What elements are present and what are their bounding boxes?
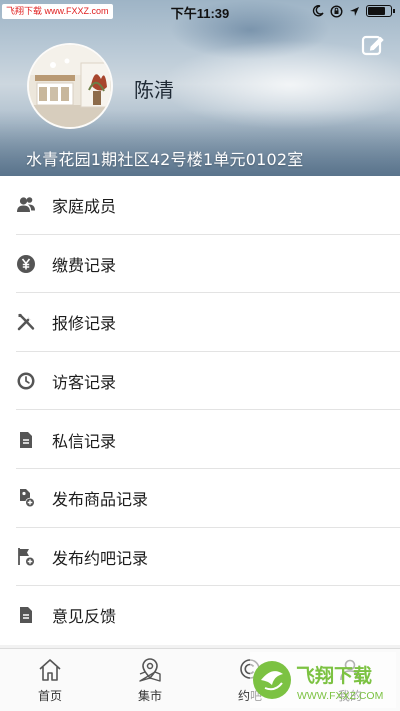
tools-icon: [17, 314, 35, 331]
fxxz-watermark: 飞翔下载 WWW.FXXZ.COM: [250, 652, 396, 708]
tag-add-icon: [20, 489, 35, 508]
menu-item-label: 发布商品记录: [52, 490, 149, 510]
location-arrow-icon: [350, 6, 359, 16]
menu-item-label: 私信记录: [52, 431, 117, 451]
watermark-url: WWW.FXXZ.COM: [297, 690, 383, 702]
flag-add-icon: [18, 547, 35, 567]
battery-level: [368, 7, 385, 15]
menu-item-label: 家庭成员: [52, 197, 117, 217]
menu-item-label: 意见反馈: [52, 607, 117, 627]
home-icon: [39, 659, 61, 681]
map-pin-icon: [139, 658, 161, 682]
status-icons: [312, 4, 395, 18]
tab-market[interactable]: 集市: [100, 649, 200, 711]
menu-item-visitor-records[interactable]: 访客记录: [0, 352, 400, 411]
status-bar: 飞翔下载 www.FXXZ.com 下午11:39: [0, 0, 400, 22]
menu-item-label: 报修记录: [52, 314, 117, 334]
menu-item-payment-records[interactable]: 缴费记录: [0, 235, 400, 294]
orientation-lock-icon: [330, 4, 343, 18]
menu-item-meetup-posts[interactable]: 发布约吧记录: [0, 528, 400, 587]
tab-label: 首页: [37, 689, 62, 703]
battery-icon: [366, 5, 395, 17]
menu-item-label: 访客记录: [52, 373, 117, 393]
menu-item-feedback[interactable]: 意见反馈: [0, 586, 400, 645]
menu-list: 家庭成员 缴费记录 报修记录 访客记录 私信记录 发布商品记录 发布约吧记录 意…: [0, 176, 400, 645]
user-address: 水青花园1期社区42号楼1单元0102室: [26, 150, 304, 169]
yuan-icon: [17, 254, 35, 273]
tab-home[interactable]: 首页: [0, 649, 100, 711]
document-icon: [20, 431, 32, 448]
profile-header: 飞翔下载 www.FXXZ.com 下午11:39 陈清 水青花园1期社区42号…: [0, 0, 400, 176]
menu-item-product-posts[interactable]: 发布商品记录: [0, 469, 400, 528]
menu-item-repair-records[interactable]: 报修记录: [0, 293, 400, 352]
menu-item-label: 缴费记录: [52, 255, 117, 275]
document-icon: [20, 607, 32, 624]
menu-item-message-records[interactable]: 私信记录: [0, 410, 400, 469]
moon-icon: [312, 5, 324, 17]
user-name: 陈清: [134, 78, 174, 102]
avatar-photo: [29, 45, 111, 127]
edit-profile-button[interactable]: [360, 32, 386, 58]
menu-item-label: 发布约吧记录: [52, 548, 149, 568]
avatar[interactable]: [27, 43, 113, 129]
family-icon: [17, 197, 35, 213]
tab-label: 集市: [137, 689, 162, 703]
edit-icon: [361, 35, 384, 56]
menu-item-family-members[interactable]: 家庭成员: [0, 176, 400, 235]
clock-icon: [17, 372, 35, 390]
watermark-title: 飞翔下载: [296, 664, 372, 687]
